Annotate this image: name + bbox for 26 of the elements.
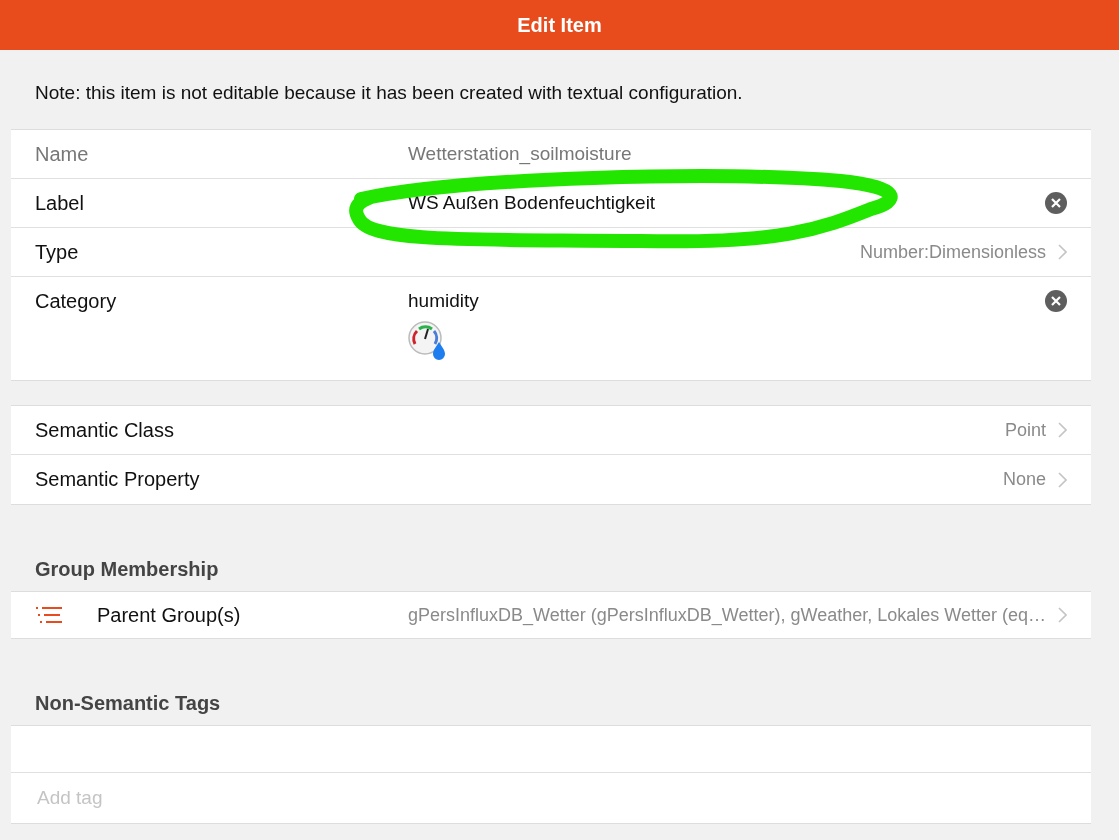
note-text: Note: this item is not editable because it has been created with textual configuration. — [34, 81, 744, 105]
chevron-right-icon — [1058, 244, 1067, 260]
clear-icon[interactable] — [1045, 290, 1067, 312]
field-label: Type — [35, 240, 80, 264]
field-label: Label — [35, 191, 85, 215]
chevron-right-icon — [1058, 471, 1067, 488]
field-value[interactable]: None — [408, 469, 1046, 490]
section-title: Non-Semantic Tags — [34, 691, 222, 716]
field-label: Category — [35, 290, 118, 313]
chevron-right-icon — [1058, 422, 1067, 438]
field-label: Parent Group(s) — [97, 603, 241, 627]
add-tag-field[interactable]: Add tag — [35, 786, 1067, 810]
clear-icon[interactable] — [1045, 192, 1067, 214]
field-label: Name — [35, 142, 90, 166]
field-value[interactable]: gPersInfluxDB_Wetter (gPersInfluxDB_Wetter), gWeather, Lokales Wetter (eq… — [260, 604, 1046, 626]
field-value[interactable]: WS Außen Bodenfeuchtigkeit — [408, 192, 1045, 214]
list-icon — [35, 606, 63, 624]
field-value: Wetterstation_soilmoisture — [408, 143, 633, 165]
field-value[interactable]: Point — [408, 419, 1046, 441]
field-label: Semantic Class — [35, 418, 175, 442]
chevron-right-icon — [1058, 607, 1067, 623]
page-title: Edit Item — [517, 13, 602, 37]
field-label: Semantic Property — [35, 468, 201, 491]
field-value[interactable]: Number:Dimensionless — [408, 241, 1046, 263]
section-title: Group Membership — [34, 557, 220, 582]
field-value[interactable]: humidity — [408, 290, 1045, 312]
